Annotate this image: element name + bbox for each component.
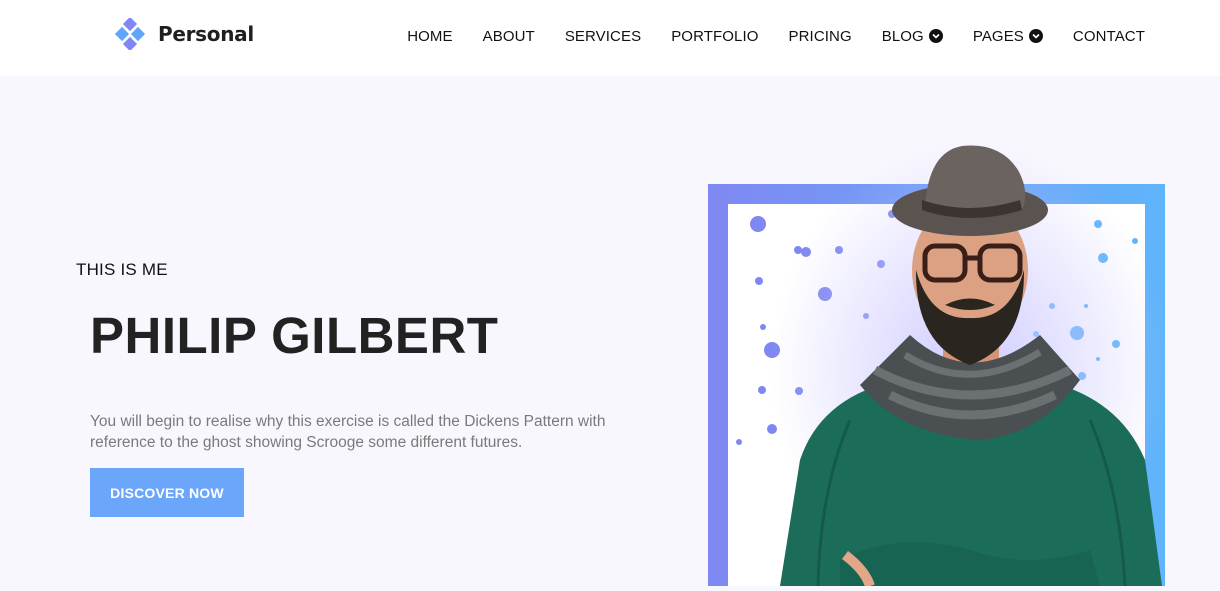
- chevron-down-icon: [1028, 29, 1043, 43]
- nav-contact[interactable]: CONTACT: [1073, 28, 1145, 45]
- nav-services-label: SERVICES: [564, 27, 642, 45]
- nav-services[interactable]: SERVICES: [565, 28, 641, 45]
- nav-pages[interactable]: PAGES: [973, 28, 1043, 45]
- hero-description: You will begin to realise why this exerc…: [90, 413, 606, 451]
- nav-portfolio[interactable]: PORTFOLIO: [671, 28, 758, 45]
- discover-now-button[interactable]: DISCOVER NOW: [90, 468, 244, 517]
- portrait-frame: [700, 130, 1175, 591]
- diamond-cluster-icon: [114, 18, 146, 50]
- person-portrait-illustration: [708, 140, 1170, 591]
- nav-about-label: ABOUT: [482, 27, 535, 45]
- nav-about[interactable]: ABOUT: [483, 28, 535, 45]
- nav-portfolio-label: PORTFOLIO: [671, 27, 759, 45]
- nav-blog[interactable]: BLOG: [882, 28, 943, 45]
- nav-home[interactable]: HOME: [407, 28, 452, 45]
- main-nav: HOME ABOUT SERVICES PORTFOLIO PRICING BL…: [377, 24, 1145, 48]
- brand-name: Personal: [158, 22, 254, 46]
- nav-contact-label: CONTACT: [1072, 27, 1145, 45]
- nav-home-label: HOME: [407, 27, 453, 45]
- nav-pricing[interactable]: PRICING: [789, 28, 852, 45]
- nav-pages-label: PAGES: [972, 27, 1024, 45]
- nav-blog-label: BLOG: [881, 27, 924, 45]
- hero-subtitle: THIS IS ME: [76, 260, 168, 279]
- chevron-down-icon: [928, 29, 943, 43]
- brand-logo-link[interactable]: Personal: [114, 18, 254, 50]
- hero-title: PHILIP GILBERT: [90, 307, 499, 364]
- nav-pricing-label: PRICING: [788, 27, 852, 45]
- top-navbar: Personal HOME ABOUT SERVICES PORTFOLIO P…: [0, 0, 1220, 76]
